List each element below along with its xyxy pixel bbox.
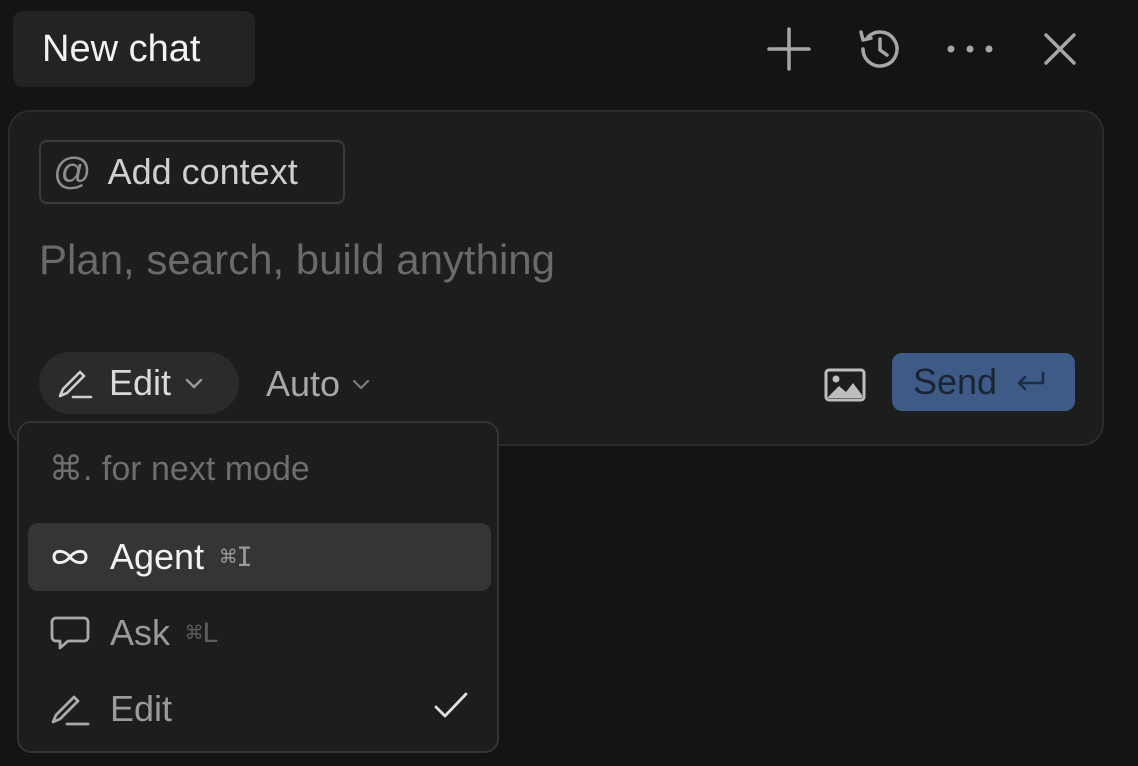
mode-option-edit[interactable]: Edit — [28, 675, 491, 743]
next-mode-hint: ⌘. for next mode — [49, 450, 310, 488]
image-icon — [824, 368, 866, 402]
chevron-down-icon — [185, 378, 203, 389]
pencil-icon — [58, 370, 93, 399]
checkmark-icon — [434, 692, 468, 718]
model-label: Auto — [266, 363, 341, 404]
history-icon — [859, 30, 899, 68]
more-options-button[interactable] — [943, 22, 997, 76]
plus-icon — [767, 27, 811, 71]
mode-option-label: Edit — [110, 688, 173, 729]
more-icon — [947, 45, 993, 53]
chat-composer: @ Add context Edit Auto — [8, 110, 1104, 446]
prompt-input[interactable] — [39, 230, 1039, 290]
chat-bubble-icon — [50, 616, 90, 650]
send-label: Send — [913, 361, 998, 402]
enter-key-icon — [1017, 371, 1045, 391]
add-context-label: Add context — [107, 151, 298, 192]
mode-label: Edit — [109, 362, 172, 403]
model-selector-button[interactable]: Auto — [266, 354, 370, 414]
mode-option-agent[interactable]: Agent ⌘I — [28, 523, 491, 591]
infinity-icon — [52, 549, 88, 565]
history-button[interactable] — [853, 22, 907, 76]
chat-title-label: New chat — [42, 27, 201, 70]
add-context-button[interactable]: @ Add context — [39, 140, 345, 204]
mode-option-ask[interactable]: Ask ⌘L — [28, 599, 491, 667]
close-icon — [1044, 33, 1076, 65]
shortcut-hint: ⌘I — [220, 541, 253, 573]
chat-title[interactable]: New chat — [13, 11, 255, 87]
at-icon: @ — [53, 150, 92, 193]
mode-option-label: Ask — [110, 612, 171, 653]
chevron-down-icon — [352, 379, 370, 390]
shortcut-hint: ⌘L — [186, 617, 219, 649]
new-chat-button[interactable] — [762, 22, 816, 76]
mode-dropdown-menu: ⌘. for next mode Agent ⌘I Ask ⌘L Edit — [17, 421, 499, 753]
send-button[interactable]: Send — [892, 353, 1075, 411]
chat-panel: New chat @ Add context Plan, search, bui… — [0, 0, 1138, 766]
pencil-icon — [51, 695, 90, 726]
close-button[interactable] — [1033, 22, 1087, 76]
mode-option-label: Agent — [110, 536, 205, 577]
mode-selector-button[interactable]: Edit — [39, 352, 239, 414]
attach-image-button[interactable] — [822, 362, 868, 408]
